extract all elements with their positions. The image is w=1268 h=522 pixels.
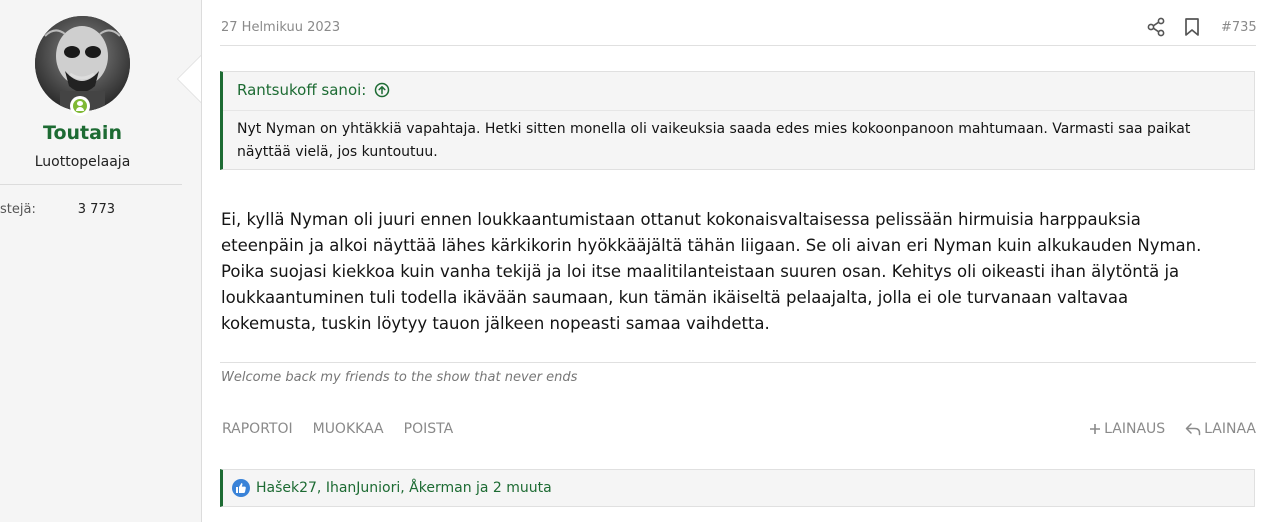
message-line: kokemusta, tuskin löytyy tauon jälkeen n… <box>221 314 770 333</box>
share-icon[interactable] <box>1146 17 1166 37</box>
post-date[interactable]: 27 Helmikuu 2023 <box>221 20 340 35</box>
online-status-icon <box>70 96 90 116</box>
quote-text: Nyt Nyman on yhtäkkiä vapahtaja. Hetki s… <box>237 121 1191 160</box>
quote-author[interactable]: Rantsukoff sanoi: <box>237 81 366 99</box>
edit-button[interactable]: MUOKKAA <box>313 421 384 437</box>
quote-block: Rantsukoff sanoi: Nyt Nyman on yhtäkkiä … <box>220 71 1255 170</box>
user-stat-label: estejä: <box>0 202 36 217</box>
signature: Welcome back my friends to the show that… <box>221 370 578 385</box>
delete-button[interactable]: POISTA <box>404 421 454 437</box>
reactions-bar[interactable]: Hašek27, IhanJuniori, Åkerman ja 2 muuta <box>220 469 1255 507</box>
signature-divider <box>220 362 1256 363</box>
reply-label: LAINAA <box>1204 421 1256 437</box>
reply-button[interactable]: LAINAA <box>1185 421 1256 437</box>
user-divider <box>0 184 182 185</box>
username[interactable]: Toutain <box>0 122 165 144</box>
report-button[interactable]: RAPORTOI <box>222 421 293 437</box>
post-message: Ei, kyllä Nyman oli juuri ennen loukkaan… <box>221 207 1261 337</box>
user-sidebar: Toutain Luottopelaaja estejä: 3 773 <box>0 0 202 522</box>
post-number[interactable]: #735 <box>1221 20 1257 35</box>
multi-quote-button[interactable]: LAINAUS <box>1089 421 1165 437</box>
plus-icon <box>1090 424 1101 434</box>
post-arrow <box>178 56 201 102</box>
user-title: Luottopelaaja <box>34 154 131 170</box>
reply-icon <box>1185 423 1201 436</box>
post-header-divider <box>220 45 1256 46</box>
message-line: loukkaantuminen tuli todella ikävään sau… <box>221 288 1129 307</box>
message-line: Ei, kyllä Nyman oli juuri ennen loukkaan… <box>221 210 1141 229</box>
arrow-up-circle-icon[interactable] <box>374 82 390 98</box>
multi-quote-label: LAINAUS <box>1104 421 1166 437</box>
user-stat-value: 3 773 <box>77 202 115 217</box>
quote-header-divider <box>223 110 1254 111</box>
like-icon <box>232 479 250 497</box>
reactions-list[interactable]: Hašek27, IhanJuniori, Åkerman ja 2 muuta <box>256 480 552 496</box>
message-line: eteenpäin ja alkoi näyttää lähes kärkiko… <box>221 236 1202 255</box>
message-line: Poika suojasi kiekkoa kuin vanha tekijä … <box>221 262 1180 281</box>
quote-header[interactable]: Rantsukoff sanoi: <box>237 81 390 99</box>
post-actions-left: RAPORTOI MUOKKAA POISTA <box>222 421 453 437</box>
post-actions-right: LAINAUS LAINAA <box>1089 421 1256 437</box>
bookmark-icon[interactable] <box>1184 17 1200 37</box>
